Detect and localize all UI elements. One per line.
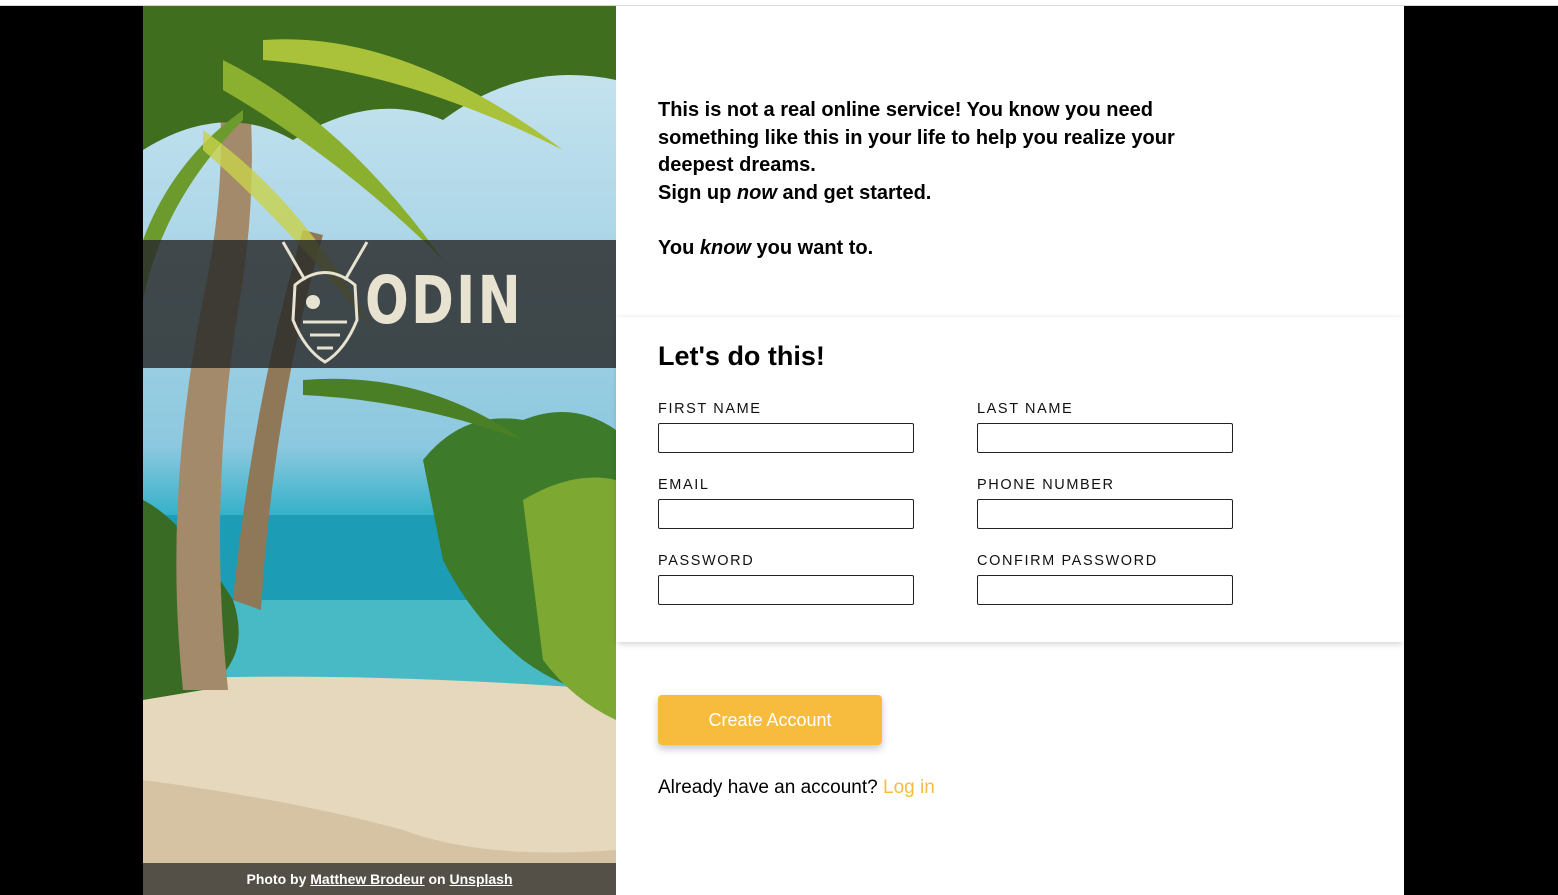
password-label: PASSWORD [658, 553, 755, 569]
main-content: This is not a real online service! You k… [616, 0, 1404, 895]
intro-text: This is not a real online service! You k… [658, 97, 1238, 263]
create-account-button[interactable]: Create Account [658, 695, 882, 745]
password-input[interactable] [658, 575, 914, 605]
phone-number-input[interactable] [977, 499, 1233, 529]
first-name-input[interactable] [658, 423, 914, 453]
hero-image-panel: ODIN Photo by Matthew Brodeur on Unsplas… [143, 0, 616, 895]
credit-author-link[interactable]: Matthew Brodeur [310, 871, 424, 887]
intro-line-3: You know you want to. [658, 237, 874, 259]
email-label: EMAIL [658, 477, 710, 493]
first-name-field: FIRST NAME [658, 401, 914, 453]
credit-on: on [428, 871, 446, 887]
last-name-field: LAST NAME [977, 401, 1233, 453]
logo-text: ODIN [365, 262, 524, 339]
confirm-password-label: CONFIRM PASSWORD [977, 553, 1158, 569]
last-name-input[interactable] [977, 423, 1233, 453]
confirm-password-input[interactable] [977, 575, 1233, 605]
intro-line-2: Sign up now and get started. [658, 181, 932, 204]
phone-number-field: PHONE NUMBER [977, 477, 1233, 529]
login-link[interactable]: Log in [883, 777, 935, 798]
login-prompt: Already have an account? Log in [658, 777, 935, 799]
form-title: Let's do this! [658, 341, 825, 371]
email-input[interactable] [658, 499, 914, 529]
photo-credit: Photo by Matthew Brodeur on Unsplash [143, 863, 616, 895]
signup-form: Let's do this! FIRST NAME LAST NAME EMAI… [616, 317, 1404, 642]
viking-helmet-icon [281, 241, 369, 364]
beach-palm-image [143, 0, 616, 895]
browser-top-edge [0, 0, 1558, 6]
credit-source-link[interactable]: Unsplash [450, 871, 513, 887]
confirm-password-field: CONFIRM PASSWORD [977, 553, 1233, 605]
credit-prefix: Photo by [246, 871, 307, 887]
intro-line-1: This is not a real online service! You k… [658, 99, 1175, 176]
phone-number-label: PHONE NUMBER [977, 477, 1115, 493]
signup-page: ODIN Photo by Matthew Brodeur on Unsplas… [143, 0, 1404, 895]
last-name-label: LAST NAME [977, 401, 1074, 417]
password-field: PASSWORD [658, 553, 914, 605]
email-field: EMAIL [658, 477, 914, 529]
login-prompt-text: Already have an account? [658, 777, 878, 798]
first-name-label: FIRST NAME [658, 401, 762, 417]
